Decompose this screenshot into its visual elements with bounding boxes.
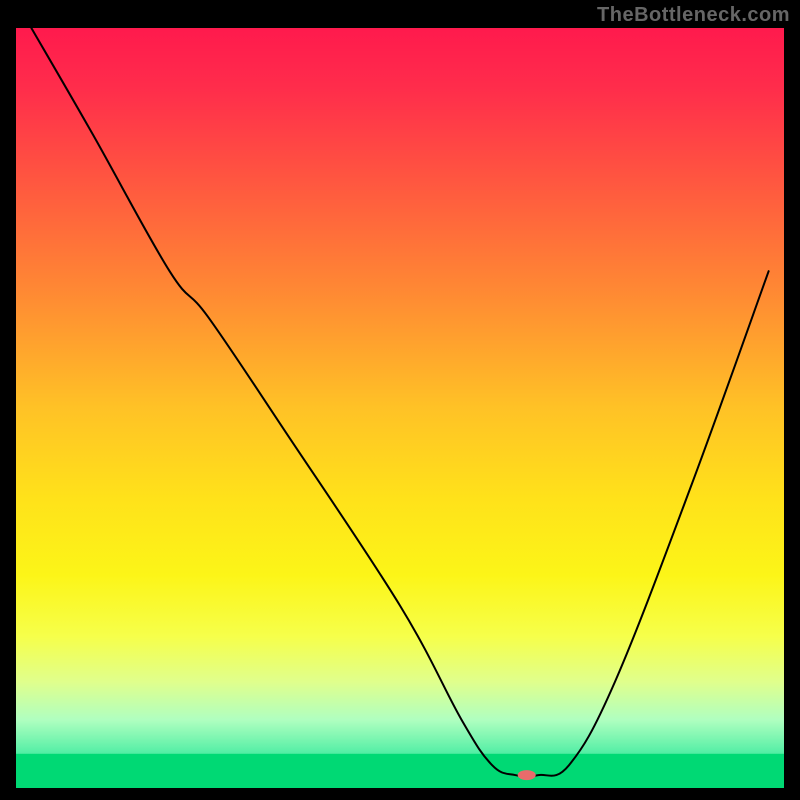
gradient-background <box>16 28 784 788</box>
optimal-marker <box>518 770 536 780</box>
chart-svg <box>0 0 800 800</box>
green-band <box>16 754 784 788</box>
bottleneck-chart: TheBottleneck.com <box>0 0 800 800</box>
watermark-text: TheBottleneck.com <box>597 4 790 27</box>
plot-area <box>16 28 784 788</box>
